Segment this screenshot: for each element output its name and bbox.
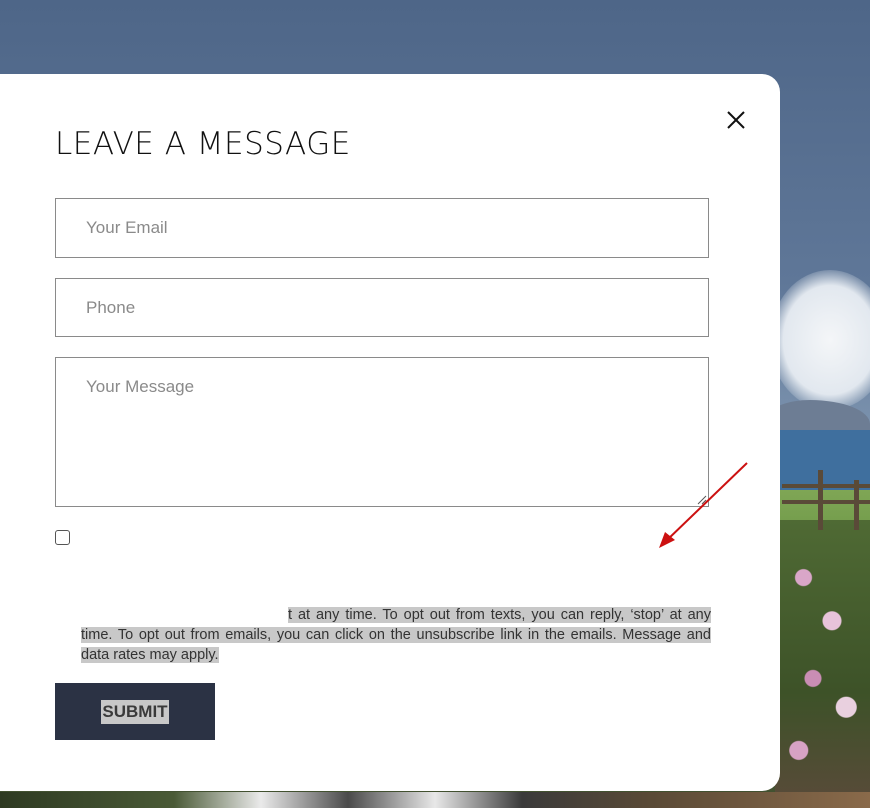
background-bottom-strip [0, 792, 870, 808]
consent-text: t at any time. To opt out from texts, yo… [81, 605, 711, 665]
message-field[interactable] [55, 357, 709, 507]
email-field[interactable] [55, 198, 709, 258]
submit-label: SUBMIT [101, 699, 169, 724]
close-button[interactable] [722, 106, 750, 134]
consent-text-highlight: t at any time. To opt out from texts, yo… [81, 607, 711, 663]
phone-field[interactable] [55, 278, 709, 337]
submit-button[interactable]: SUBMIT [55, 683, 215, 740]
consent-checkbox[interactable] [55, 530, 70, 545]
background-fence [782, 470, 870, 530]
close-icon [727, 111, 745, 129]
background-flowers [775, 520, 870, 808]
red-arrow-annotation [659, 462, 748, 548]
modal-title: LEAVE A MESSAGE [55, 126, 351, 162]
